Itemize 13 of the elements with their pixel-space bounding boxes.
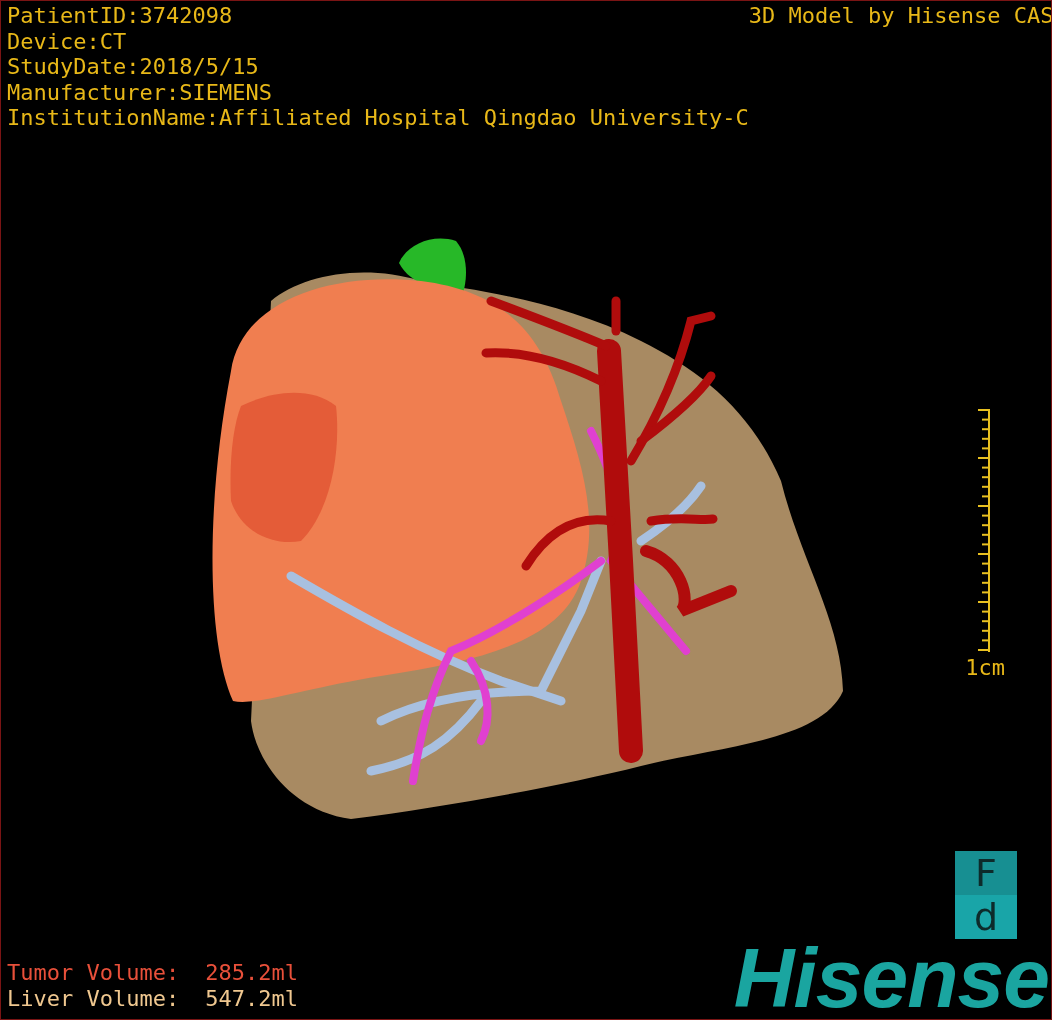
study-info-text: PatientID:3742098: [7, 3, 234, 29]
cube-face[interactable]: d: [955, 895, 1017, 939]
cube-face[interactable]: F: [955, 851, 1017, 895]
study-info-text: Device:CT: [7, 28, 128, 54]
volume-label: Tumor Volume:: [7, 960, 180, 986]
study-info-text: InstitutionName:Affiliated Hospital Qingdao University-C: [7, 105, 749, 131]
volume-value: 547.2ml: [205, 985, 298, 1011]
logo-text: Hisense: [733, 945, 1050, 1011]
volume-value: 285.2ml: [205, 960, 298, 986]
volume-label: Liver Volume:: [7, 985, 180, 1011]
study-info-text: Manufacturer:SIEMENS: [7, 79, 273, 105]
scale-label: 1cm: [965, 654, 1005, 680]
study-info-text: StudyDate:2018/5/15: [7, 54, 260, 80]
